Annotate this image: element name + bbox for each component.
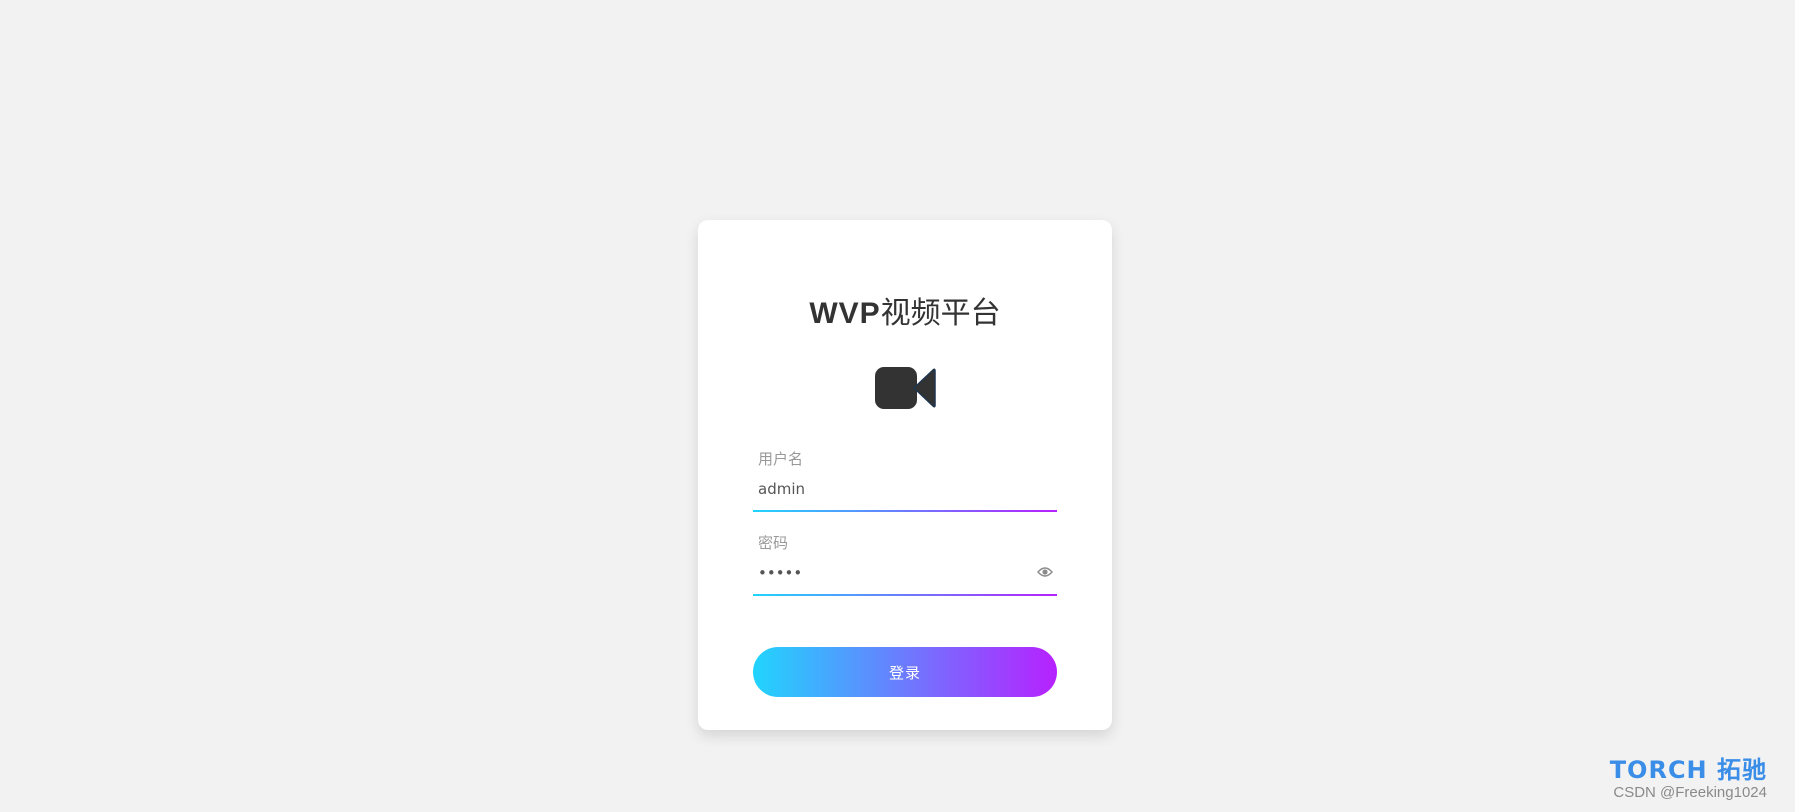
watermark: TORCH 拓驰 CSDN @Freeking1024: [1610, 756, 1767, 802]
password-underline: [753, 594, 1057, 596]
login-page: WVP视频平台 用户名 密码 登录 TORCH: [0, 0, 1795, 812]
username-field: 用户名: [753, 450, 1057, 512]
eye-icon[interactable]: [1037, 565, 1053, 577]
title-text: 视频平台: [880, 297, 1001, 330]
video-camera-icon: [874, 366, 936, 410]
torch-logo: TORCH 拓驰: [1609, 756, 1767, 784]
login-card: WVP视频平台 用户名 密码 登录: [698, 220, 1112, 730]
page-title: WVP视频平台: [698, 292, 1112, 336]
login-button[interactable]: 登录: [753, 647, 1057, 697]
password-label: 密码: [758, 535, 789, 552]
title-brand: WVP: [809, 297, 881, 330]
username-underline: [753, 510, 1057, 512]
csdn-credit: CSDN @Freeking1024: [1613, 784, 1767, 801]
password-input[interactable]: [758, 560, 1028, 586]
password-field: 密码: [753, 534, 1057, 596]
username-label: 用户名: [758, 451, 804, 468]
username-input[interactable]: [758, 476, 1028, 502]
